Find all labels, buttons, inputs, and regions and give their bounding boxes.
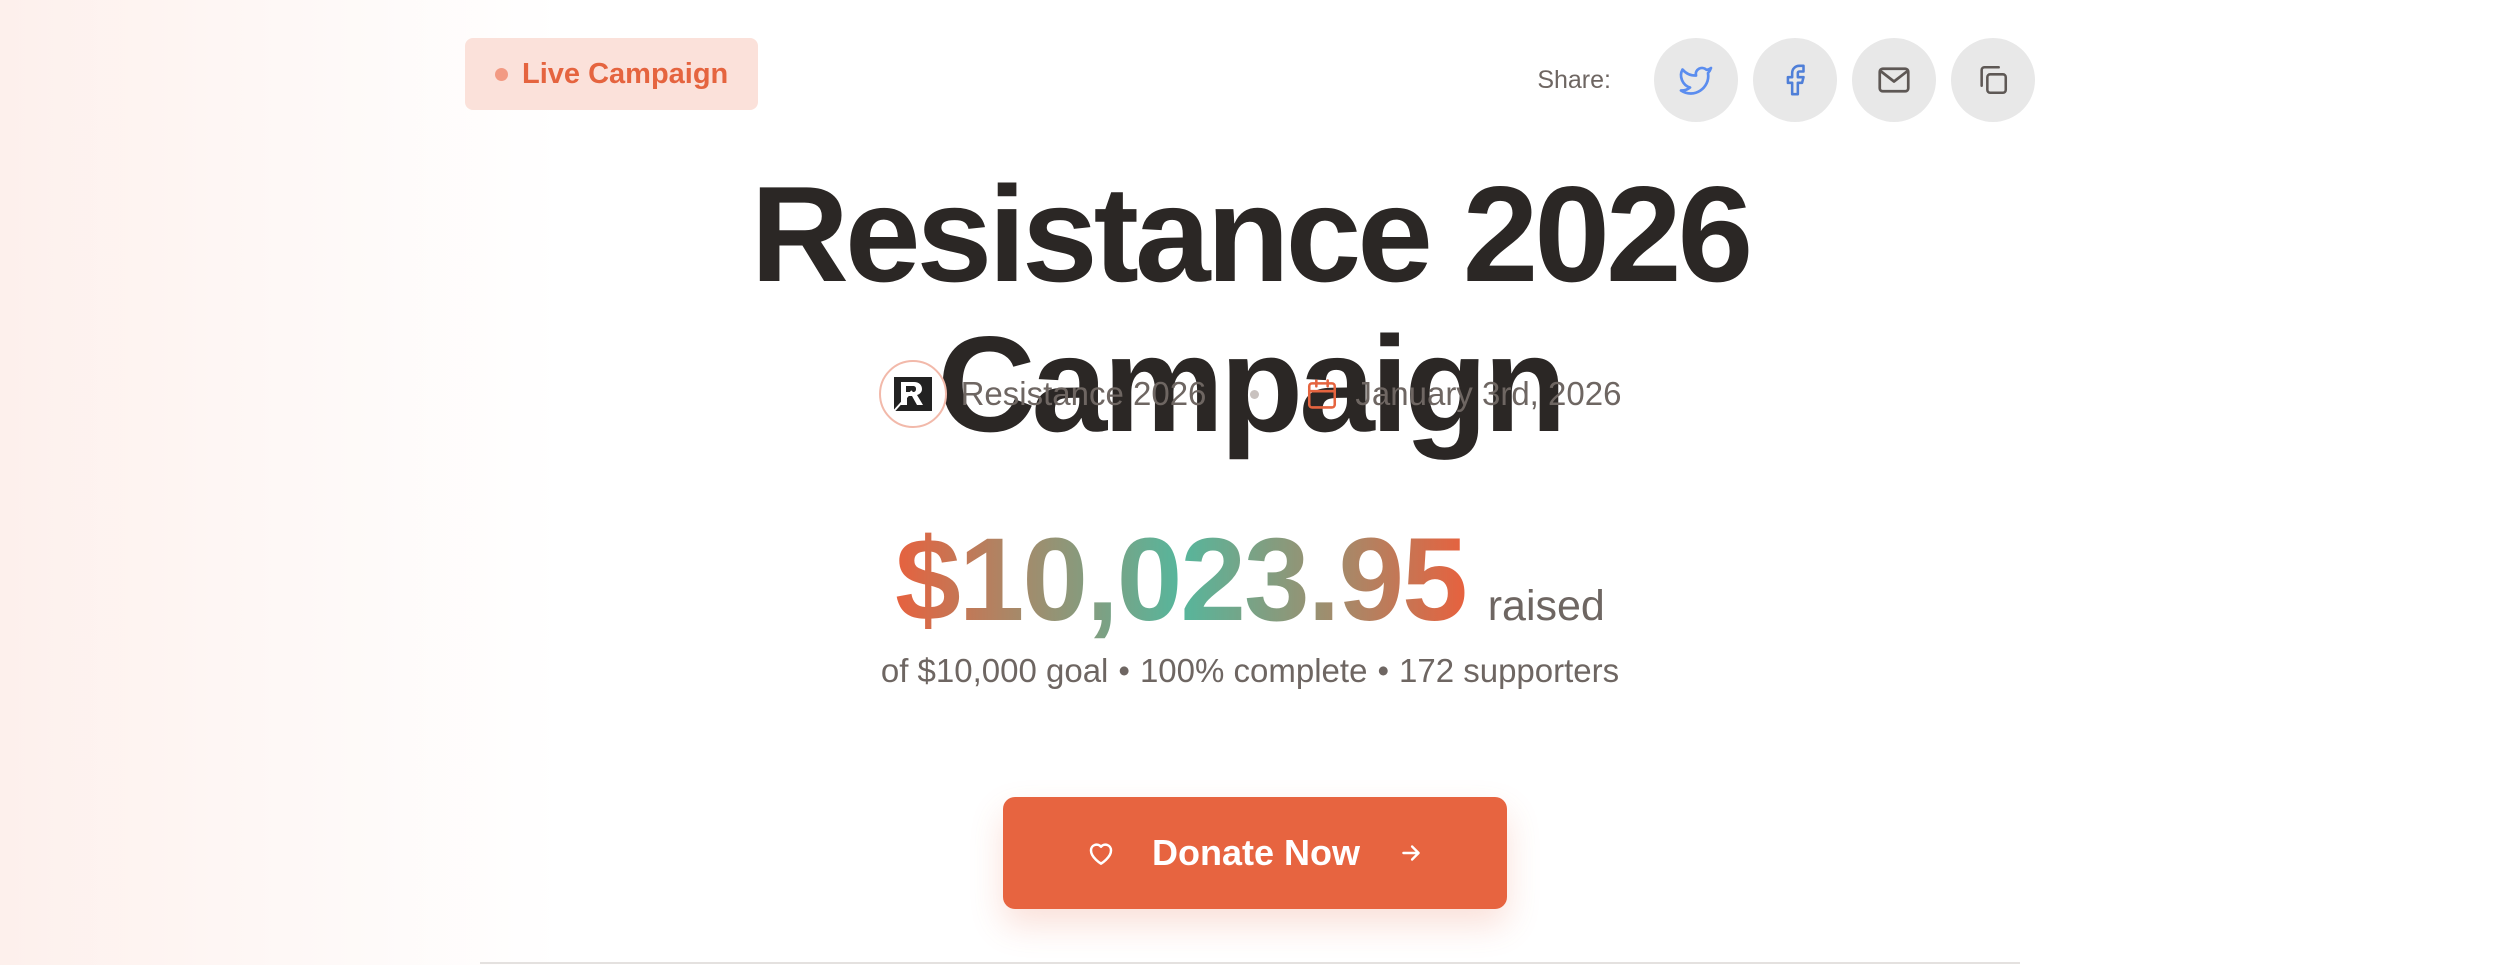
- copy-link-button[interactable]: [1951, 38, 2035, 122]
- campaign-date: January 3rd, 2026: [1355, 375, 1622, 412]
- raised-amount-row: $10,023.95 raised: [465, 512, 2035, 648]
- organizer-name[interactable]: Resistance 2026: [961, 375, 1207, 413]
- facebook-icon: [1786, 64, 1805, 96]
- copy-icon: [1980, 65, 2008, 95]
- organizer-logo-icon: [892, 377, 932, 412]
- share-label: Share:: [1537, 65, 1611, 94]
- live-badge-label: Live Campaign: [522, 57, 729, 90]
- section-divider: [480, 962, 2020, 964]
- arrow-right-icon: [1402, 845, 1420, 861]
- campaign-meta: Resistance 2026 January 3rd, 2026: [465, 360, 2035, 428]
- share-bar: Share:: [1537, 38, 2035, 122]
- summary-separator: •: [1377, 652, 1389, 689]
- twitter-icon: [1679, 66, 1713, 95]
- summary-separator: •: [1118, 652, 1130, 689]
- share-email-button[interactable]: [1852, 38, 1936, 122]
- funding-summary: of $10,000 goal • 100% complete • 172 suppor…: [465, 652, 2035, 690]
- organizer-avatar[interactable]: [878, 360, 947, 428]
- mail-icon: [1878, 67, 1910, 93]
- supporters-count: 172 supporters: [1399, 652, 1620, 689]
- donate-now-button[interactable]: Donate Now: [1003, 797, 1507, 909]
- heart-icon: [1089, 843, 1113, 865]
- meta-separator: [1250, 389, 1260, 399]
- calendar-icon: [1305, 377, 1339, 411]
- campaign-header: Live Campaign Share: Resistance 2026 Cam…: [465, 0, 2035, 965]
- share-facebook-button[interactable]: [1753, 38, 1837, 122]
- live-campaign-badge: Live Campaign: [465, 38, 759, 110]
- live-dot-icon: [495, 67, 508, 81]
- goal-text: of $10,000 goal: [880, 652, 1109, 689]
- raised-amount: $10,023.95: [895, 514, 1468, 646]
- percent-complete: 100% complete: [1139, 652, 1368, 689]
- share-twitter-button[interactable]: [1654, 38, 1738, 122]
- raised-label: raised: [1487, 582, 1605, 630]
- donate-label: Donate Now: [1151, 832, 1360, 873]
